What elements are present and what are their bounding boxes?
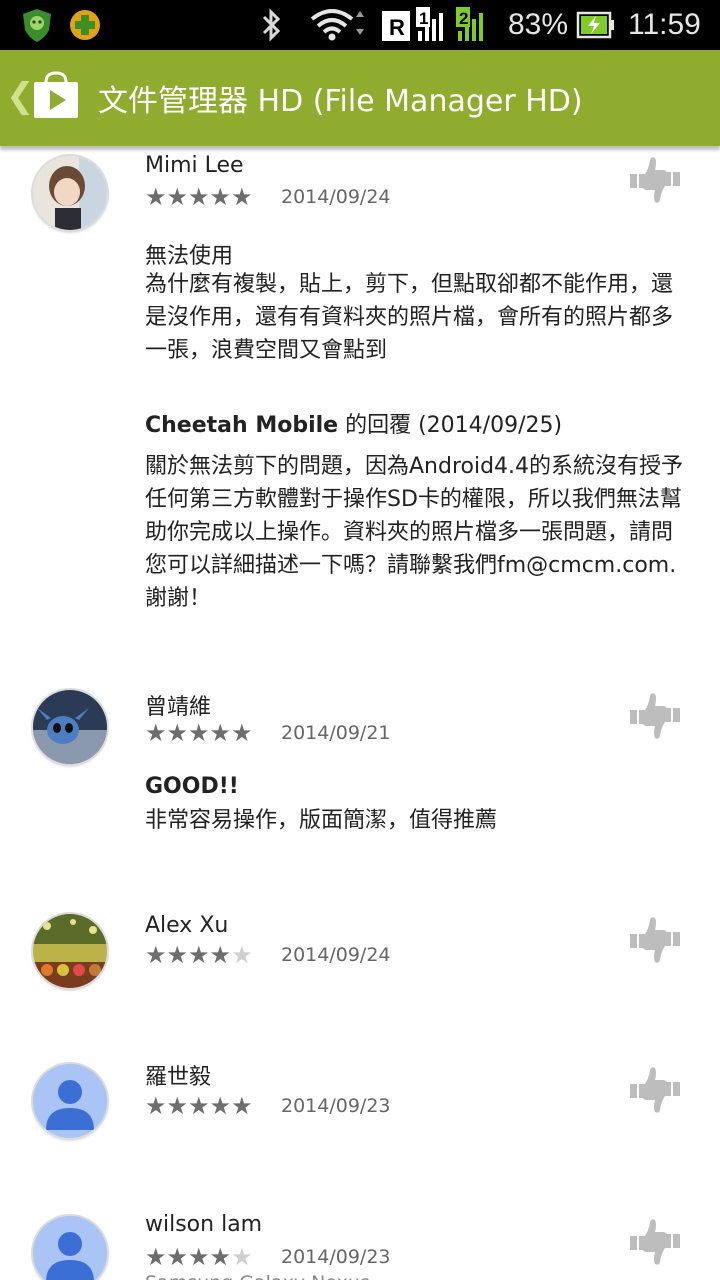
- review-title: GOOD!!: [145, 774, 239, 799]
- star-filled-icon: ★: [166, 183, 189, 211]
- bluetooth-icon: [256, 0, 286, 50]
- star-filled-icon: ★: [231, 1092, 253, 1120]
- up-caret-icon[interactable]: ❮: [6, 76, 35, 116]
- review-item: wilson lam ★★★★★ 2014/09/23 Samsung Gala…: [0, 1208, 720, 1280]
- star-filled-icon: ★: [188, 183, 210, 211]
- star-filled-icon: ★: [231, 183, 253, 211]
- star-filled-icon: ★: [166, 941, 189, 969]
- thumbs-up-down-icon[interactable]: [628, 688, 684, 744]
- developer-reply-body: 關於無法剪下的問題，因為Android4.4的系統沒有授予任何第三方軟體對于操作…: [145, 454, 684, 611]
- star-filled-icon: ★: [166, 719, 189, 747]
- review-body: 為什麼有複製，貼上，剪下，但點取卻都不能作用，還是沒作用，還有有資料夾的照片檔，…: [145, 272, 674, 363]
- developer-reply-header: Cheetah Mobile 的回覆 (2014/09/25): [145, 407, 562, 439]
- review-body: 非常容易操作，版面簡潔，值得推薦: [145, 808, 498, 833]
- star-filled-icon: ★: [231, 719, 253, 747]
- battery-charging-icon: [576, 0, 616, 50]
- review-date: 2014/09/24: [281, 186, 391, 208]
- star-filled-icon: ★: [209, 719, 232, 747]
- thumbs-up-down-icon[interactable]: [628, 1214, 684, 1270]
- star-filled-icon: ★: [166, 1243, 189, 1271]
- game-pad-icon: [68, 0, 102, 50]
- avatar[interactable]: [33, 690, 107, 764]
- app-title: 文件管理器 HD (File Manager HD): [98, 84, 583, 119]
- status-bar: R 1 2 83% 11:59: [0, 0, 720, 50]
- review-author: Mimi Lee: [145, 153, 244, 178]
- review-date: 2014/09/24: [281, 944, 391, 966]
- reply-date: (2014/09/25): [418, 413, 563, 438]
- star-filled-icon: ★: [188, 719, 210, 747]
- review-author: wilson lam: [145, 1212, 263, 1237]
- star-empty-icon: ★: [231, 941, 253, 969]
- thumbs-up-down-icon[interactable]: [628, 152, 684, 208]
- default-avatar-icon: [33, 1064, 107, 1138]
- star-filled-icon: ★: [188, 941, 210, 969]
- clock: 11:59: [628, 8, 701, 41]
- review-date: 2014/09/23: [281, 1246, 391, 1268]
- rating-stars: ★★★★★: [145, 1094, 253, 1118]
- avatar[interactable]: [33, 914, 107, 988]
- thumbs-up-down-icon[interactable]: [628, 912, 684, 968]
- review-author: Alex Xu: [145, 913, 229, 938]
- signal-sim1-icon: R 1: [380, 0, 452, 50]
- review-item: Mimi Lee ★★★★★ 2014/09/24 無法使用 為什麼有複製，貼上…: [0, 146, 720, 666]
- battery-percent: 83%: [508, 8, 569, 41]
- star-filled-icon: ★: [145, 941, 167, 969]
- review-item: 曾靖維 ★★★★★ 2014/09/21 GOOD!! 非常容易操作，版面簡潔，…: [0, 682, 720, 882]
- signal-sim2-icon: 2: [454, 0, 496, 50]
- roaming-label: R: [389, 15, 405, 40]
- rating-stars: ★★★★★: [145, 943, 253, 967]
- review-author: 曾靖維: [145, 695, 212, 720]
- star-filled-icon: ★: [145, 183, 167, 211]
- star-filled-icon: ★: [209, 183, 232, 211]
- star-filled-icon: ★: [145, 719, 167, 747]
- star-empty-icon: ★: [231, 1243, 253, 1271]
- rating-stars: ★★★★★: [145, 1245, 253, 1269]
- developer-name: Cheetah Mobile: [145, 413, 339, 438]
- review-title: 無法使用: [145, 244, 234, 269]
- review-date: 2014/09/21: [281, 722, 391, 744]
- review-date: 2014/09/23: [281, 1095, 391, 1117]
- rating-stars: ★★★★★: [145, 185, 253, 209]
- star-filled-icon: ★: [188, 1092, 210, 1120]
- action-bar: ❮ 文件管理器 HD (File Manager HD): [0, 50, 720, 146]
- review-author: 羅世毅: [145, 1065, 212, 1090]
- star-filled-icon: ★: [209, 1243, 232, 1271]
- avatar[interactable]: [33, 1064, 107, 1138]
- reviews-list[interactable]: Mimi Lee ★★★★★ 2014/09/24 無法使用 為什麼有複製，貼上…: [0, 146, 720, 1280]
- app-shield-icon: [18, 0, 56, 50]
- review-item: Alex Xu ★★★★★ 2014/09/24: [0, 906, 720, 1026]
- thumbs-up-down-icon[interactable]: [628, 1062, 684, 1118]
- star-filled-icon: ★: [209, 941, 232, 969]
- star-filled-icon: ★: [188, 1243, 210, 1271]
- rating-stars: ★★★★★: [145, 721, 253, 745]
- review-device: Samsung Galaxy Nexus: [145, 1272, 370, 1280]
- star-filled-icon: ★: [209, 1092, 232, 1120]
- star-filled-icon: ★: [166, 1092, 189, 1120]
- star-filled-icon: ★: [145, 1243, 167, 1271]
- avatar[interactable]: [33, 156, 107, 230]
- avatar[interactable]: [33, 1216, 107, 1280]
- default-avatar-icon: [33, 1216, 107, 1280]
- reply-label: 的回覆: [338, 413, 419, 438]
- play-store-bag-icon[interactable]: [32, 70, 80, 120]
- review-item: 羅世毅 ★★★★★ 2014/09/23: [0, 1056, 720, 1176]
- wifi-icon: [310, 0, 366, 50]
- star-filled-icon: ★: [145, 1092, 167, 1120]
